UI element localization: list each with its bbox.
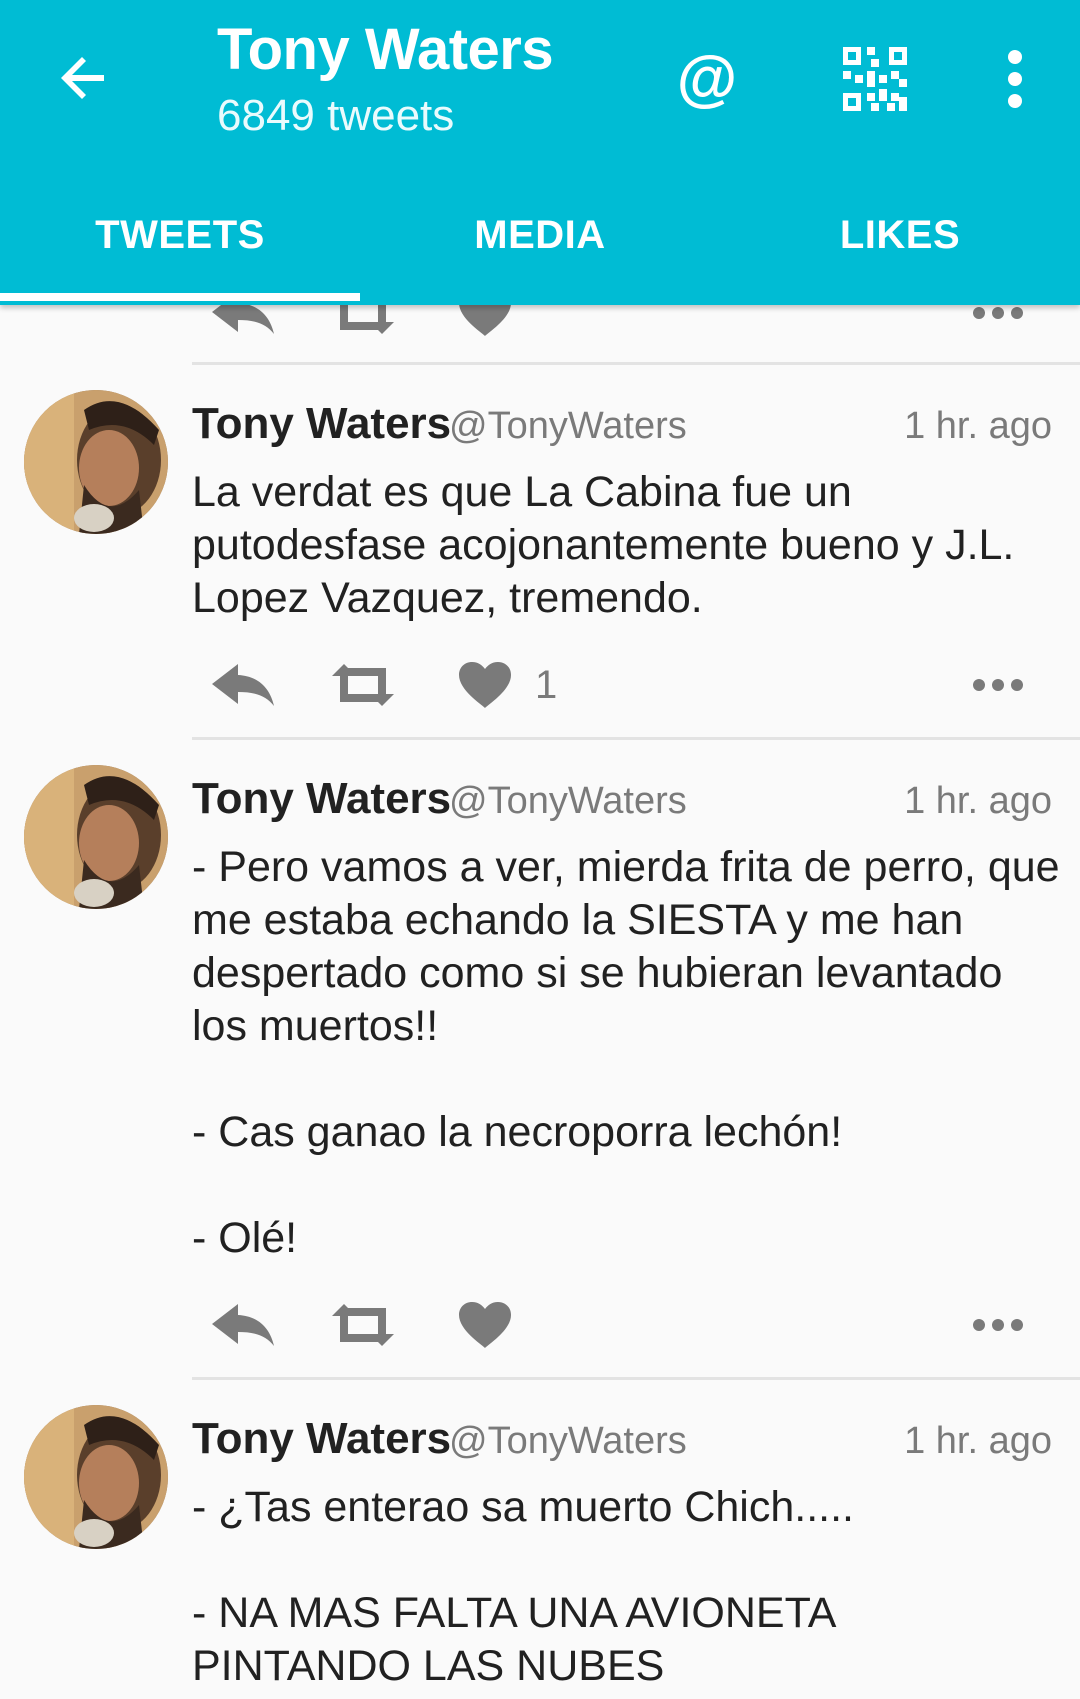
author-name[interactable]: Tony Waters [192, 1409, 451, 1469]
tweet-header: Tony Waters @TonyWaters 1 hr. ago [192, 1409, 1052, 1469]
reply-icon [212, 1304, 274, 1346]
more-horiz-icon [973, 679, 1023, 691]
tab-tweets[interactable]: TWEETS [0, 195, 360, 305]
heart-icon [459, 662, 511, 708]
more-horiz-icon [973, 307, 1023, 319]
app-bar: Tony Waters 6849 tweets @ TWEETS MEDIA L… [0, 0, 1080, 305]
divider [192, 362, 1080, 365]
retweet-button[interactable] [330, 1290, 396, 1360]
tweet-header: Tony Waters @TonyWaters 1 hr. ago [192, 394, 1052, 454]
reply-button[interactable] [210, 650, 276, 720]
tweet-header: Tony Waters @TonyWaters 1 hr. ago [192, 769, 1052, 829]
tweet-more-button[interactable] [972, 650, 1024, 720]
like-button[interactable] [457, 1290, 513, 1360]
tweet-actions [192, 1290, 1052, 1360]
tweet-more-button[interactable] [972, 1290, 1024, 1360]
retweet-button[interactable] [330, 650, 396, 720]
reply-button[interactable] [210, 1290, 276, 1360]
author-handle[interactable]: @TonyWaters [449, 769, 687, 833]
tweet-text: La verdat es que La Cabina fue un putode… [192, 468, 1015, 622]
profile-tabs: TWEETS MEDIA LIKES [0, 195, 1080, 305]
at-sign-icon: @ [676, 44, 738, 113]
tab-media[interactable]: MEDIA [360, 195, 720, 305]
heart-icon [459, 1302, 511, 1348]
tweet-count: 6849 tweets [217, 91, 455, 140]
active-tab-indicator [0, 293, 360, 301]
tab-likes[interactable]: LIKES [720, 195, 1080, 305]
author-handle[interactable]: @TonyWaters [449, 394, 687, 458]
like-count: 1 [535, 662, 558, 707]
author-name[interactable]: Tony Waters [192, 394, 451, 454]
more-vert-icon [1008, 50, 1022, 108]
tweet-actions: 1 [192, 650, 1052, 720]
tweet-timestamp: 1 hr. ago [904, 405, 1052, 447]
reply-icon [212, 664, 274, 706]
page-title: Tony Waters [217, 17, 554, 82]
avatar[interactable] [24, 390, 168, 534]
app-screen: Tony Waters @TonyWaters 1 hr. ago La ver… [0, 0, 1080, 1699]
divider [192, 737, 1080, 740]
avatar[interactable] [24, 1405, 168, 1549]
back-button[interactable] [50, 45, 116, 111]
avatar[interactable] [24, 765, 168, 909]
overflow-menu-button[interactable] [975, 40, 1055, 118]
qr-code-button[interactable] [836, 40, 914, 118]
profile-title-block: Tony Waters 6849 tweets [217, 14, 554, 146]
retweet-icon [332, 1304, 394, 1346]
author-handle[interactable]: @TonyWaters [449, 1409, 687, 1473]
mention-button[interactable]: @ [668, 40, 746, 118]
tweet-text: - Pero vamos a ver, mierda frita de perr… [192, 843, 1060, 1262]
tweet-text: - ¿Tas enterao sa muerto Chich..... - NA… [192, 1483, 854, 1690]
more-horiz-icon [973, 1319, 1023, 1331]
author-name[interactable]: Tony Waters [192, 769, 451, 829]
retweet-icon [332, 664, 394, 706]
divider [192, 1377, 1080, 1380]
qr-code-icon [843, 47, 907, 111]
arrow-left-icon [61, 57, 104, 99]
tweet-timestamp: 1 hr. ago [904, 1420, 1052, 1462]
tweet-timestamp: 1 hr. ago [904, 780, 1052, 822]
like-button[interactable]: 1 [457, 650, 557, 720]
